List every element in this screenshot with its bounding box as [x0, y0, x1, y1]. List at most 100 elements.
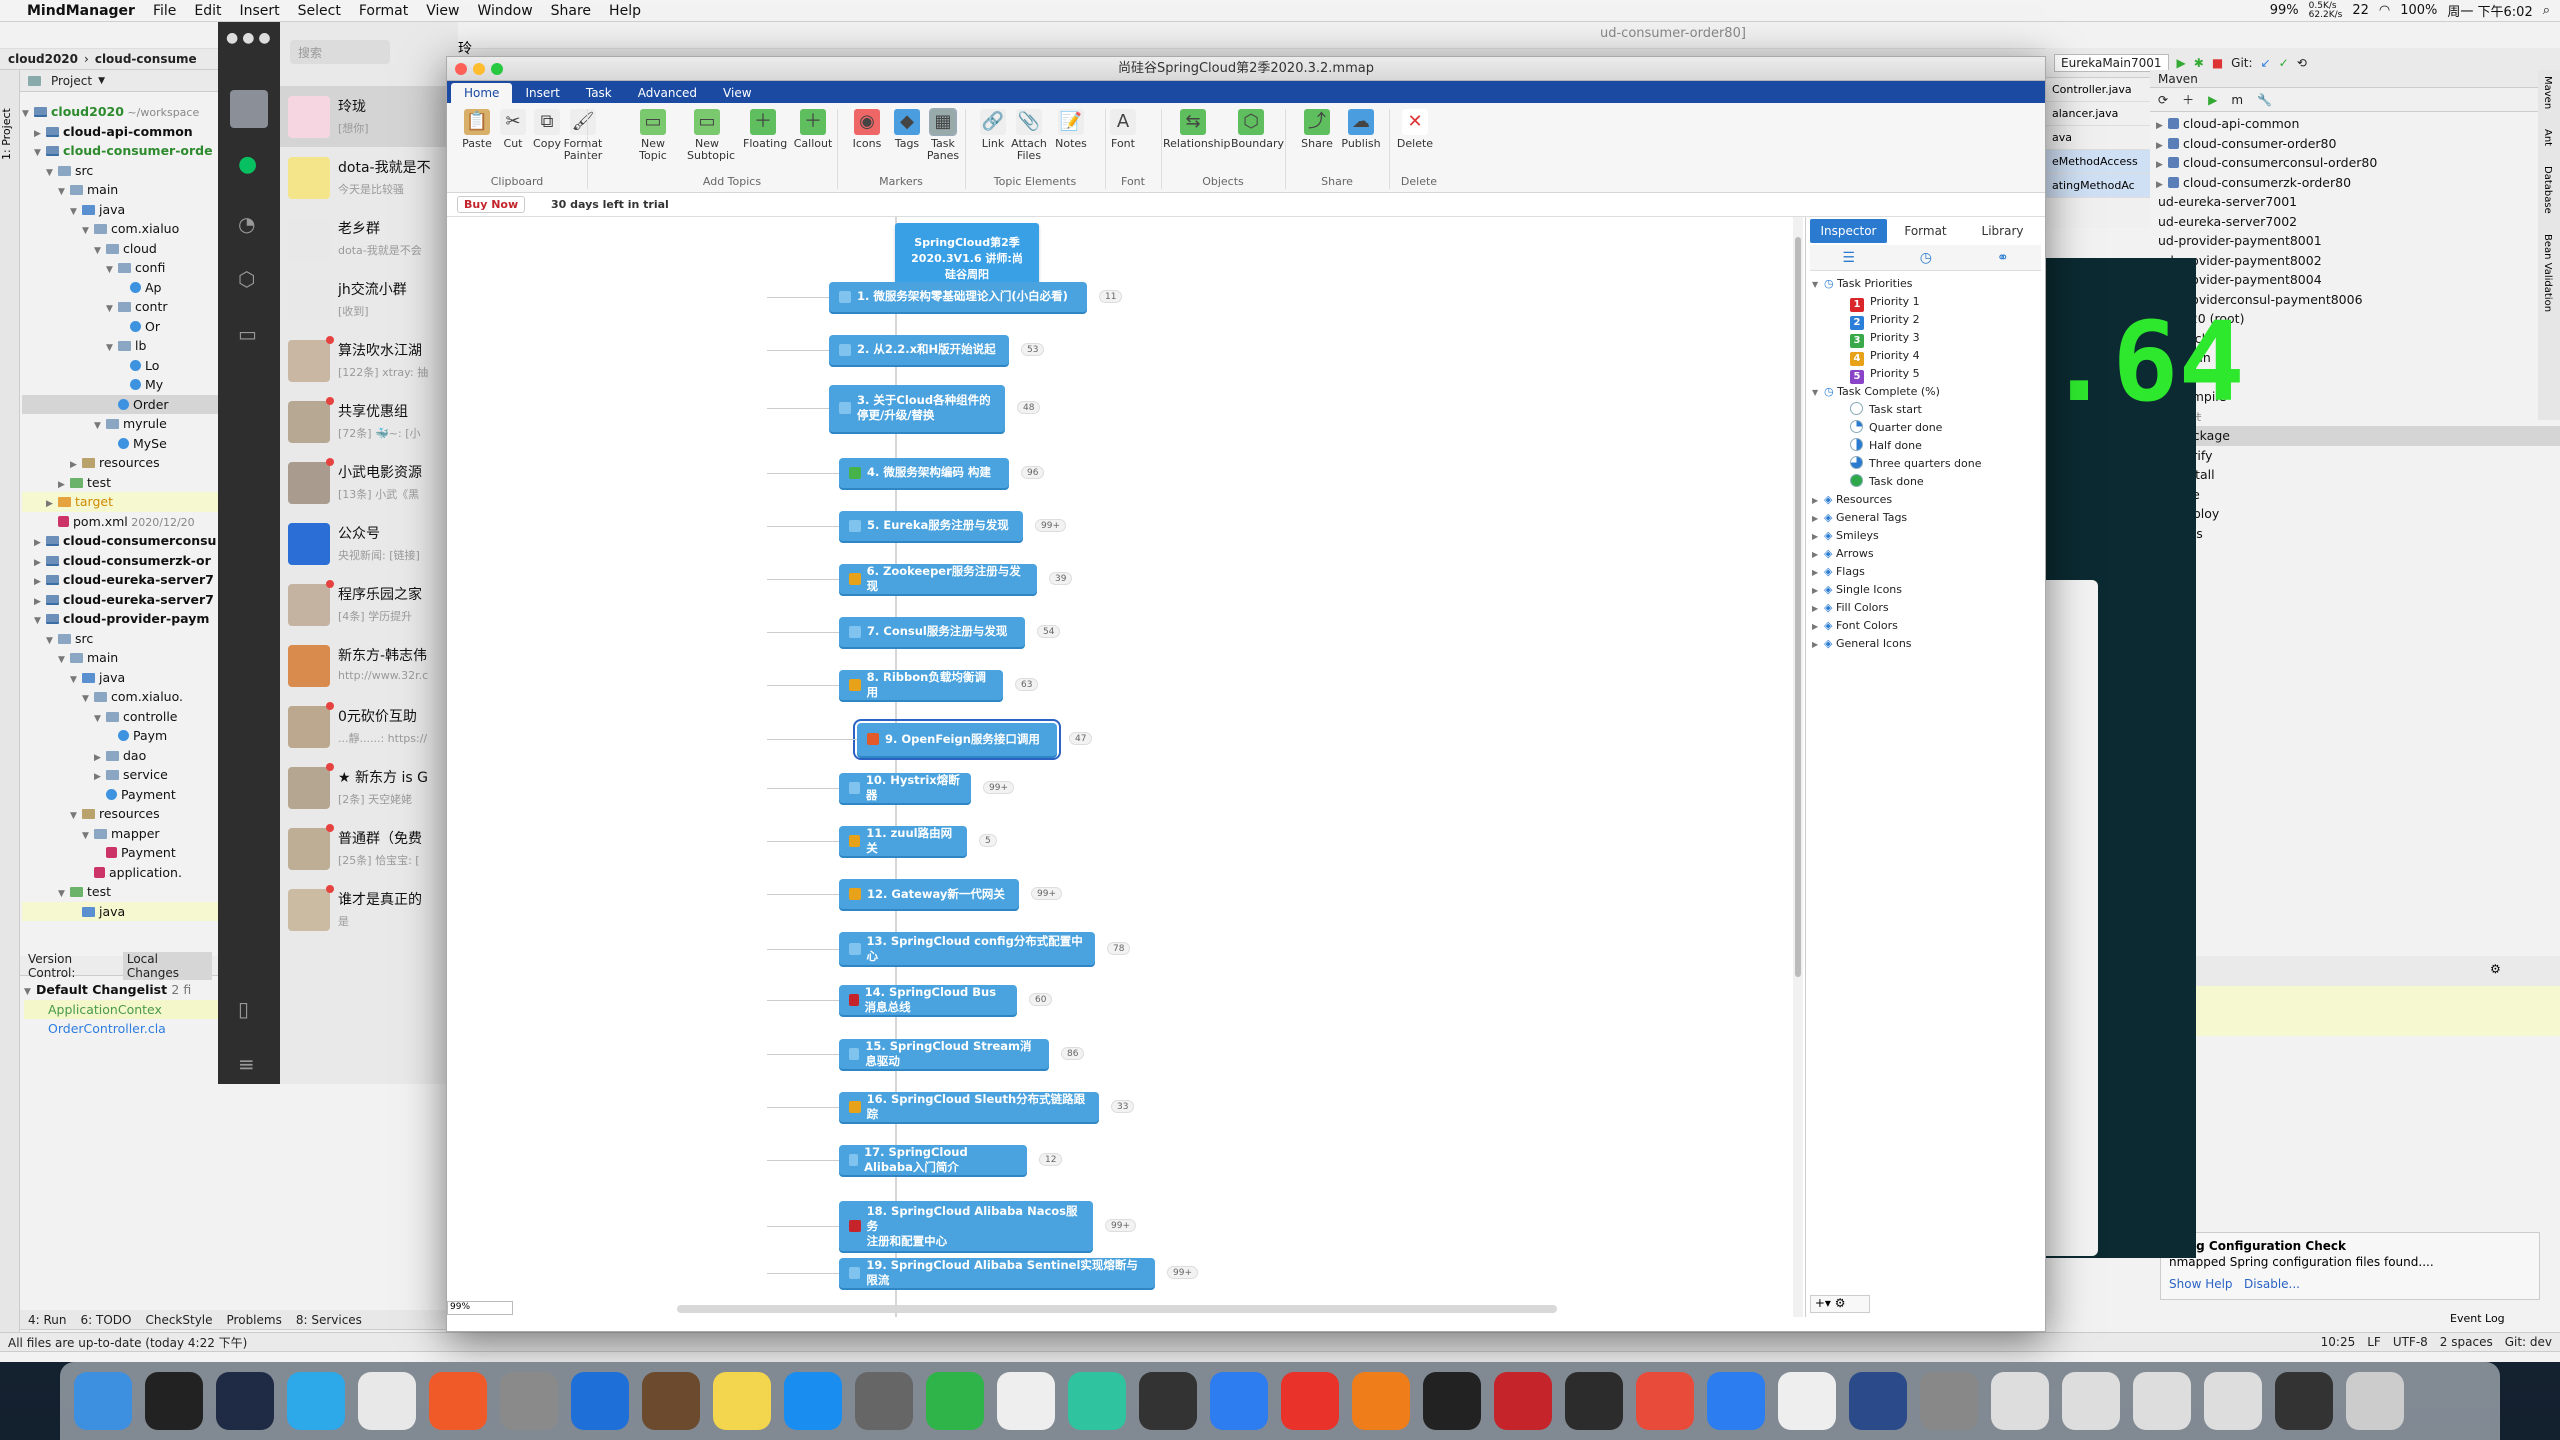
chat-list-item[interactable]: 公众号 央视新闻: [链接] [280, 513, 458, 574]
maven-project[interactable]: ud-provider-payment8004 [2156, 270, 2560, 290]
expand-arrow-icon[interactable]: ▼ [70, 671, 82, 688]
tree-row[interactable]: Lo [22, 356, 222, 376]
expand-arrow-icon[interactable]: ▶ [58, 476, 70, 493]
tree-row[interactable]: ▼ cloud2020 ~/workspace [22, 102, 222, 122]
chat-list-item[interactable]: 程序乐园之家 [4条] 学历提升 [280, 574, 458, 635]
dock-app-icon[interactable] [2204, 1372, 2262, 1430]
editor-tab[interactable]: Controller.java [2046, 78, 2150, 102]
ribbon-tab-insert[interactable]: Insert [512, 83, 572, 103]
tree-row[interactable]: ▼ mapper [22, 824, 222, 844]
dock-app-icon[interactable] [145, 1372, 203, 1430]
tree-row[interactable]: Order [22, 394, 222, 414]
priority-item[interactable]: 1 Priority 1 [1812, 293, 2039, 312]
expand-arrow-icon[interactable]: ▶ [1812, 492, 1824, 510]
ant-tool-tab[interactable]: Ant [2542, 129, 2553, 146]
map-topic[interactable]: 13. SpringCloud config分布式配置中心 [839, 932, 1095, 965]
ribbon-button-new[interactable]: ▭ New Subtopic [687, 109, 735, 162]
tree-row[interactable]: ▼ java [22, 668, 222, 688]
clock-icon[interactable]: ◷ [1920, 250, 1932, 266]
expand-arrow-icon[interactable]: ▶ [46, 495, 58, 512]
dock-app-icon[interactable] [500, 1372, 558, 1430]
subtopic-count-badge[interactable]: 78 [1107, 941, 1131, 955]
map-topic[interactable]: 19. SpringCloud Alibaba Sentinel实现熔断与限流 [839, 1257, 1155, 1288]
inspector-tab-format[interactable]: Format [1887, 219, 1964, 243]
maven-tool-tab[interactable]: Maven [2542, 76, 2553, 109]
map-canvas[interactable]: 99% SpringCloud第2季 2020.3V1.6 讲师:尚 硅谷周阳 … [447, 217, 1805, 1317]
dock-app-icon[interactable] [1210, 1372, 1268, 1430]
menu-share[interactable]: Share [542, 3, 600, 19]
dock-app-icon[interactable] [358, 1372, 416, 1430]
dock-app-icon[interactable] [1139, 1372, 1197, 1430]
editor-tab[interactable]: atingMethodAc [2046, 174, 2150, 198]
tree-row[interactable]: ▼ myrule [22, 414, 222, 434]
tree-row[interactable]: ▶ target [22, 492, 222, 512]
dock-app-icon[interactable] [216, 1372, 274, 1430]
tree-row[interactable]: ▶ service [22, 765, 222, 785]
expand-arrow-icon[interactable]: ▼ [70, 807, 82, 824]
chat-list-item[interactable]: jh交流小群 [收到] [280, 269, 458, 330]
expand-arrow-icon[interactable]: ▶ [34, 573, 46, 590]
chat-list-item[interactable]: 老乡群 dota-我就是不会 [280, 208, 458, 269]
changelist-row[interactable]: ▼ Default Changelist 2 fi [24, 980, 220, 1000]
tree-row[interactable]: ▼ confi [22, 258, 222, 278]
dock-app-icon[interactable] [429, 1372, 487, 1430]
buy-now-button[interactable]: Buy Now [457, 196, 526, 213]
expand-arrow-icon[interactable]: ▼ [94, 417, 106, 434]
expand-arrow-icon[interactable]: ▶ [2156, 156, 2168, 173]
chat-list-item[interactable]: 新东方-韩志伟 http://www.32r.c [280, 635, 458, 696]
contacts-icon[interactable]: ◔ [238, 212, 255, 236]
breadcrumb-module[interactable]: cloud-consume [95, 52, 197, 66]
lifecycle-goal[interactable]: ⚙ deploy [2156, 504, 2560, 524]
map-topic[interactable]: 14. SpringCloud Bus消息总线 [839, 985, 1017, 1016]
ribbon-button-tags[interactable]: ◆ Tags [887, 109, 927, 150]
menu-app-name[interactable]: MindManager [18, 3, 144, 19]
clock[interactable]: 周一 下午6:02 [2447, 1, 2532, 20]
tree-row[interactable]: My [22, 375, 222, 395]
tree-row[interactable]: ▼ main [22, 648, 222, 668]
editor-tab[interactable]: eMethodAccess [2046, 150, 2150, 174]
subtopic-count-badge[interactable]: 99+ [983, 780, 1014, 794]
expand-arrow-icon[interactable]: ▼ [58, 651, 70, 668]
vcs-tab-local[interactable]: Local Changes [122, 951, 212, 980]
task-complete-item[interactable]: Task done [1812, 473, 2039, 491]
map-topic[interactable]: 15. SpringCloud Stream消息驱动 [839, 1038, 1049, 1069]
tree-row[interactable]: ▼ com.xialuo [22, 219, 222, 239]
inspector-tab-library[interactable]: Library [1964, 219, 2041, 243]
project-tool-tab[interactable]: 1: Project [0, 80, 13, 160]
search-icon[interactable]: ⌕ [2543, 3, 2550, 18]
refresh-icon[interactable]: ⟳ [2158, 93, 2168, 107]
dock-app-icon[interactable] [642, 1372, 700, 1430]
map-topic[interactable]: 16. SpringCloud Sleuth分布式链路跟踪 [839, 1091, 1099, 1122]
search-input[interactable]: 搜索 [290, 40, 390, 64]
expand-arrow-icon[interactable]: ▼ [22, 105, 34, 122]
dock-app-icon[interactable] [1991, 1372, 2049, 1430]
debug-icon[interactable]: ✱ [2194, 56, 2204, 70]
chat-list-item[interactable]: ★ 新东方 is G [2条] 天空姥姥 [280, 757, 458, 818]
tree-row[interactable]: ▶ test [22, 473, 222, 493]
lifecycle-goal[interactable]: ⚙ verify [2156, 446, 2560, 466]
show-help-link[interactable]: Show Help [2169, 1277, 2233, 1291]
expand-arrow-icon[interactable]: ▼ [94, 710, 106, 727]
priority-item[interactable]: 2 Priority 2 [1812, 311, 2039, 330]
inspector-add-menu[interactable]: +▾ ⚙ [1810, 1295, 1870, 1313]
dock-app-icon[interactable] [784, 1372, 842, 1430]
dock-app-icon[interactable] [1068, 1372, 1126, 1430]
map-topic[interactable]: 12. Gateway新一代网关 [839, 879, 1019, 910]
ribbon-tab-task[interactable]: Task [573, 83, 625, 103]
ribbon-button-floating[interactable]: ＋ Floating [743, 109, 787, 150]
tree-row[interactable]: ▼ test [22, 882, 222, 902]
changed-file-row[interactable]: ApplicationContex [24, 999, 220, 1019]
expand-arrow-icon[interactable]: ▶ [34, 593, 46, 610]
lifecycle-goal[interactable]: ⚙ site [2156, 485, 2560, 505]
tree-row[interactable]: ▶ cloud-consumerzk-or [22, 551, 222, 571]
expand-arrow-icon[interactable]: ▶ [1812, 618, 1824, 636]
battery-full[interactable]: 100% [2400, 3, 2437, 18]
vertical-scrollbar[interactable] [1793, 217, 1803, 1317]
maven-goal-icon[interactable]: m [2231, 93, 2243, 107]
menu-select[interactable]: Select [289, 3, 350, 19]
project-dropdown[interactable]: Project [51, 74, 92, 88]
expand-arrow-icon[interactable]: ▼ [94, 242, 106, 259]
map-topic[interactable]: 6. Zookeeper服务注册与发现 [839, 563, 1037, 594]
ribbon-button-share[interactable]: ⤴ Share [1297, 109, 1337, 150]
tree-row[interactable]: ▼ lb [22, 336, 222, 356]
